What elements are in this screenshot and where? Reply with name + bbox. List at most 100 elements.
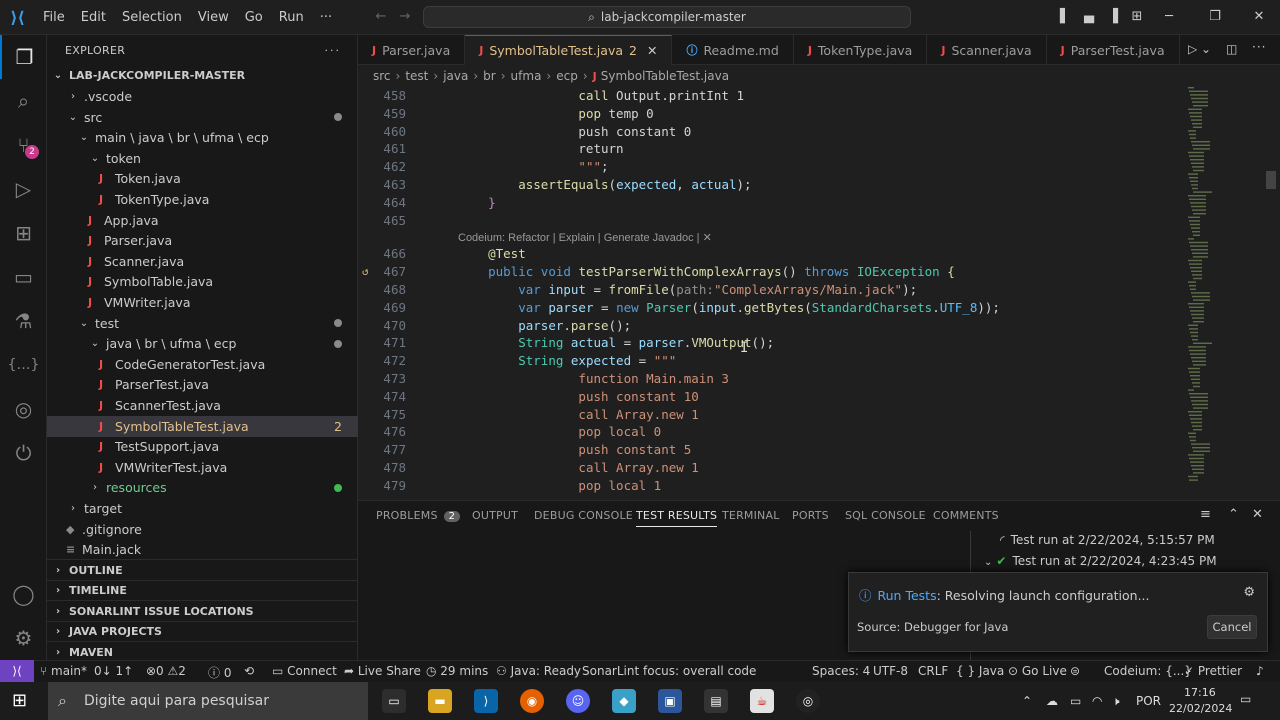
tree-item[interactable]: J SymbolTableTest.java 2 [47, 415, 358, 437]
cloud-icon[interactable]: ☁ [1046, 694, 1058, 708]
eol-status[interactable]: CRLF [918, 664, 948, 678]
tree-item[interactable]: ≡ Main.jack [47, 539, 358, 560]
settings-gear-icon[interactable]: ⚙ [0, 616, 47, 660]
menu-item[interactable]: Run [271, 10, 312, 25]
firefox-icon[interactable]: ◉ [520, 689, 544, 713]
clock-date[interactable]: 22/02/2024 [1169, 702, 1232, 715]
tree-item[interactable]: J App.java [47, 210, 358, 231]
codelens[interactable]: Codeium: Refactor | Explain | Generate J… [458, 230, 712, 246]
info-status[interactable]: ⓘ 0 [208, 664, 231, 681]
tree-item[interactable]: J Token.java [47, 168, 358, 189]
input-language[interactable]: POR [1136, 694, 1161, 708]
menu-item[interactable]: Selection [114, 10, 190, 25]
remote-indicator-icon[interactable]: ⟩⟨ [0, 660, 34, 682]
sync-status[interactable]: 0↓ 1↑ [94, 664, 133, 678]
panel-tab[interactable]: PORTS [792, 509, 829, 522]
notification-gear-icon[interactable]: ⚙ [1243, 585, 1255, 600]
remote-desktop-icon[interactable]: ▣ [658, 689, 682, 713]
tree-item[interactable]: J CodeGeneratorTest.java [47, 354, 358, 375]
panel-tab[interactable]: TEST RESULTS [636, 509, 718, 527]
tree-item[interactable]: J VMWriter.java [47, 292, 358, 313]
volume-icon[interactable]: 🕨 [1112, 694, 1120, 709]
tree-item[interactable]: ⌄ token [47, 148, 358, 169]
remote-explorer-icon[interactable]: ▭ [0, 255, 47, 299]
editor-tab[interactable]: J Parser.java [358, 35, 466, 65]
source-control-icon[interactable]: ⑂ 2 [0, 123, 47, 167]
forward-arrow-icon[interactable]: → [396, 8, 414, 26]
sidebar-section-sonarlint-issue-locations[interactable]: › SONARLINT ISSUE LOCATIONS [47, 600, 358, 621]
toggle-panel-icon[interactable]: ▄ [1080, 8, 1098, 26]
tree-item[interactable]: ⌄ java \ br \ ufma \ ecp [47, 333, 358, 354]
breadcrumb-item[interactable]: src [373, 69, 391, 83]
tree-item[interactable]: J ScannerTest.java [47, 395, 358, 416]
tree-item[interactable]: J SymbolTable.java [47, 271, 358, 292]
search-view-icon[interactable]: ⌕ [0, 79, 47, 123]
explorer-icon[interactable]: ❐ [0, 35, 47, 79]
app-icon[interactable]: ◆ [612, 689, 636, 713]
tree-item[interactable]: J ParserTest.java [47, 374, 358, 395]
network-icon[interactable]: ▭ [1070, 694, 1081, 708]
spring-icon[interactable]: ⏻ [0, 431, 47, 475]
file-explorer-icon[interactable]: ▬ [428, 689, 452, 713]
broadcast-small-icon[interactable]: ⊜ [1070, 664, 1080, 678]
codeium-status[interactable]: Codeium: {...} [1104, 664, 1192, 678]
history-gutter-icon[interactable]: ↺ [362, 263, 369, 281]
minimap[interactable] [1178, 87, 1278, 495]
restore-icon[interactable]: ❐ [1206, 8, 1224, 26]
close-panel-icon[interactable]: ✕ [1252, 507, 1263, 522]
maximize-panel-icon[interactable]: ⌃ [1228, 507, 1239, 522]
golive-status[interactable]: ⊙ Go Live [1008, 664, 1067, 678]
broadcast-icon[interactable]: ⟲ [244, 664, 254, 678]
discord-icon[interactable]: ☺ [566, 689, 590, 713]
vscode-taskbar-icon[interactable]: ⟩ [474, 689, 498, 713]
accounts-icon[interactable]: ◯ [0, 572, 47, 616]
tree-item[interactable]: › target [47, 498, 358, 519]
encoding-status[interactable]: UTF-8 [873, 664, 908, 678]
tree-item[interactable]: J Parser.java [47, 230, 358, 251]
breadcrumb-item[interactable]: ufma [511, 69, 542, 83]
customize-layout-icon[interactable]: ⊞ [1128, 8, 1146, 26]
obs-icon[interactable]: ◎ [796, 689, 820, 713]
panel-tab[interactable]: TERMINAL [722, 509, 780, 522]
clock-time[interactable]: 17:16 [1184, 686, 1216, 699]
indent-status[interactable]: Spaces: 4 [812, 664, 870, 678]
run-icon[interactable]: ▷ ⌄ [1188, 42, 1211, 56]
editor-tab[interactable]: J SymbolTableTest.java 2 ✕ [465, 35, 673, 65]
panel-tab[interactable]: SQL CONSOLE [845, 509, 926, 522]
minimize-icon[interactable]: ─ [1160, 8, 1178, 26]
tray-chevron-icon[interactable]: ⌃ [1022, 694, 1032, 708]
editor-more-icon[interactable]: ··· [1252, 40, 1266, 54]
breadcrumb-item[interactable]: SymbolTableTest.java [601, 69, 729, 83]
tree-item[interactable]: ⌄ main \ java \ br \ ufma \ ecp [47, 127, 358, 148]
sonarlint-icon[interactable]: ◎ [0, 387, 47, 431]
breadcrumb-item[interactable]: ecp [556, 69, 578, 83]
breadcrumb-item[interactable]: br [483, 69, 496, 83]
notification-center-icon[interactable]: ▭ [1240, 692, 1251, 706]
prettier-status[interactable]: ✓ Prettier [1184, 664, 1242, 678]
windows-start-icon[interactable]: ⊞ [12, 691, 32, 711]
taskbar-search[interactable]: ⌕ Digite aqui para pesquisar [48, 682, 368, 720]
panel-tab[interactable]: OUTPUT [472, 509, 518, 522]
tree-item[interactable]: › .vscode [47, 86, 358, 107]
task-view-icon[interactable]: ▭ [382, 689, 406, 713]
editor-tab[interactable]: ⓘ Readme.md [672, 35, 794, 65]
panel-tab[interactable]: PROBLEMS 2 [376, 509, 461, 522]
tree-item[interactable]: J Scanner.java [47, 251, 358, 272]
tree-item[interactable]: J TokenType.java [47, 189, 358, 210]
panel-tab[interactable]: DEBUG CONSOLE [534, 509, 633, 522]
sonarlint-status[interactable]: SonarLint focus: overall code [582, 664, 756, 678]
menu-item[interactable]: File [35, 10, 73, 25]
breadcrumb-item[interactable]: java [443, 69, 468, 83]
notifications-bell-icon[interactable]: ♪ [1256, 664, 1264, 678]
close-window-icon[interactable]: ✕ [1250, 8, 1268, 26]
breadcrumb-item[interactable]: test [405, 69, 428, 83]
panel-list-icon[interactable]: ≡ [1200, 507, 1211, 522]
menu-item[interactable]: Edit [73, 10, 114, 25]
tree-item[interactable]: J VMWriterTest.java [47, 457, 358, 478]
more-actions-icon[interactable]: ··· [325, 44, 342, 57]
problems-status[interactable]: ⊗0 ⚠2 [146, 664, 186, 678]
notification-link[interactable]: Run Tests [878, 588, 937, 603]
workspace-root[interactable]: ⌄ LAB-JACKCOMPILER-MASTER [47, 65, 358, 86]
tree-item[interactable]: ⌄ test [47, 313, 358, 334]
terminal-icon[interactable]: ▤ [704, 689, 728, 713]
